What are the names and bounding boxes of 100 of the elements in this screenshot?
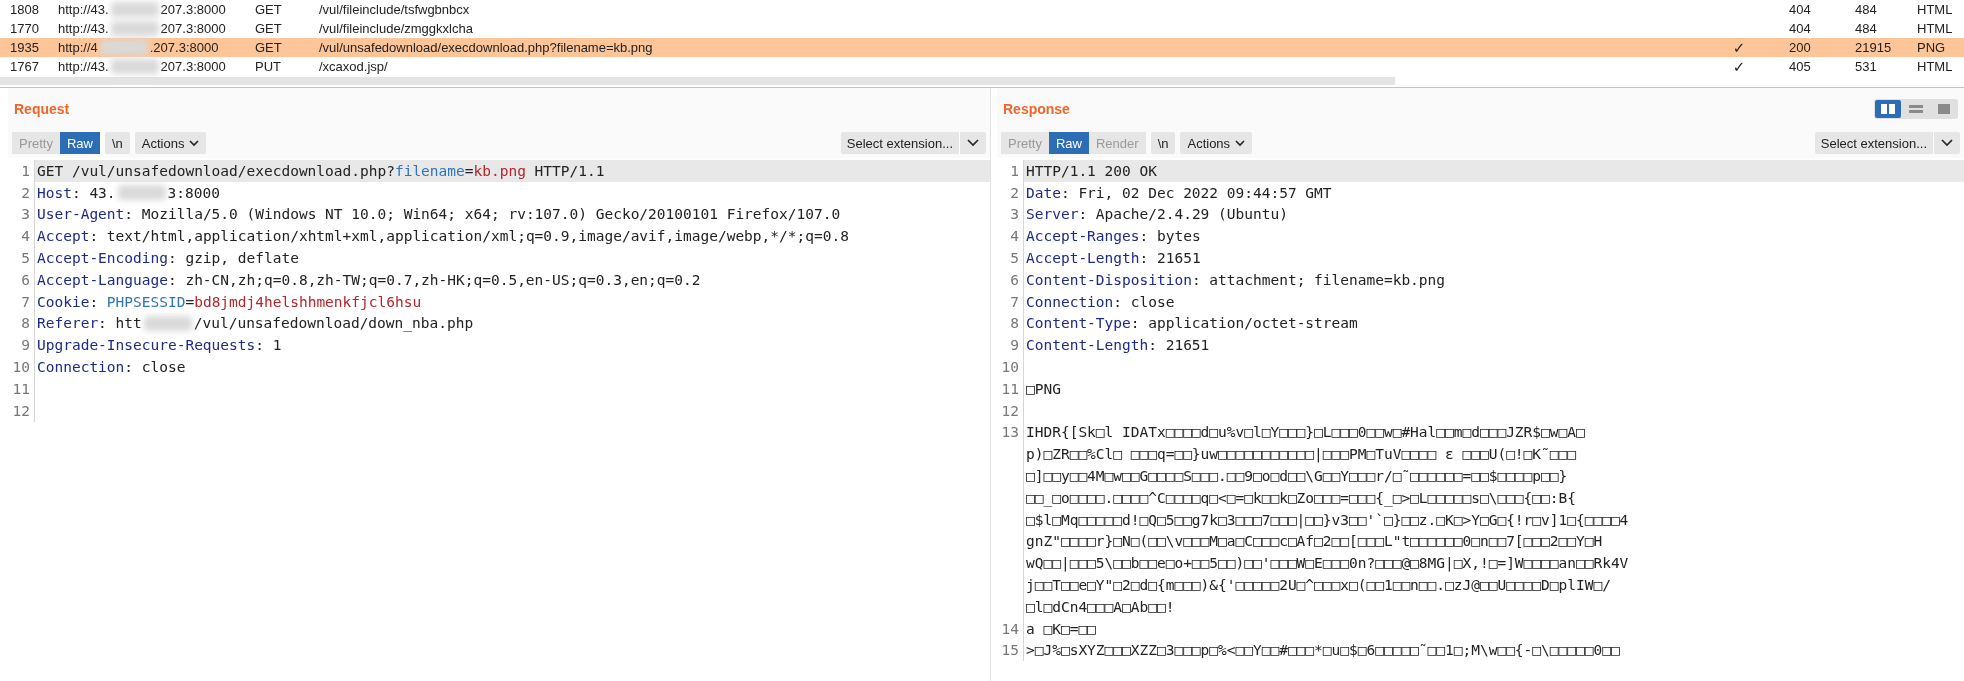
- table-cell-text: 404: [1789, 2, 1812, 17]
- table-cell-text: 200: [1789, 40, 1812, 55]
- table-cell: 207.3:8000: [160, 21, 226, 36]
- code-line: Upgrade-Insecure-Requests: 1: [37, 337, 282, 354]
- code-line: Cookie: PHPSESSID=bd8jmdj4helshhmenkfjcl6hsu: [37, 293, 422, 310]
- code-line: Content-Disposition: attachment; filename=kb.png: [1026, 271, 1446, 288]
- line-number: 14: [1001, 620, 1019, 637]
- extension-dropdown[interactable]: Select extension...: [1814, 132, 1960, 154]
- caret-icon: [189, 139, 200, 147]
- table-cell-text: HTML: [1917, 21, 1954, 36]
- line-number: 6: [21, 271, 30, 288]
- layout-icon: [1880, 103, 1896, 115]
- view-tab[interactable]: Raw: [59, 132, 100, 154]
- line-number: 6: [1010, 271, 1019, 288]
- pane-title: Request: [14, 101, 70, 117]
- code-line: j□□T□□e□Y"□2□d□{m□□□)&{'□□□□□2U□^□□□x□(□□1□□n□□.□zJ@□□U□□□□D□plIW□/: [1026, 577, 1611, 594]
- line-number: 1: [1010, 162, 1019, 179]
- line-number: 10: [1001, 359, 1019, 376]
- line-number: 10: [12, 359, 30, 376]
- code-line: /vul/unsafedownload/down_nba.php: [193, 315, 474, 332]
- extension-dropdown[interactable]: Select extension...: [840, 132, 986, 154]
- table-cell-text: 1770: [9, 21, 40, 36]
- table-row[interactable]: 1770 http://43. 207.3:8000 GET /vul/fileinclude/zmggkxlcha 404 484 HTML: [0, 19, 1964, 38]
- table-cell-text: /vul/fileinclude/tsfwgbnbcx: [319, 2, 471, 17]
- table-cell-text: PNG: [1917, 40, 1947, 55]
- table-row[interactable]: 1808 http://43. 207.3:8000 GET /vul/fileinclude/tsfwgbnbcx 404 484 HTML: [0, 0, 1964, 19]
- code-line: 3:8000: [167, 184, 220, 201]
- code-line: □]□□y□□4M□w□□G□□□□S□□□.□□9□o□d□□\G□□Y□□□r/□˜□□□□□□=□□$□□□□p□□}: [1026, 468, 1568, 485]
- table-row[interactable]: 1767 http://43. 207.3:8000 PUT /xcaxod.jsp/ ✓ 405 531 HTML: [0, 57, 1964, 76]
- table-cell-text: /xcaxod.jsp/: [319, 59, 389, 74]
- line-number: 4: [21, 228, 30, 245]
- pane-title: Response: [1003, 101, 1070, 117]
- table-cell: http://43.: [58, 21, 109, 36]
- line-number: 13: [1001, 424, 1019, 441]
- caret-icon: [1941, 139, 1953, 147]
- table-row[interactable]: 1935 http://4 .207.3:8000 GET /vul/unsafedownload/execdownload.php?filename=kb.png ✓ 200 21915 PNG: [0, 38, 1964, 57]
- table-cell-text: 1935: [9, 40, 40, 55]
- line-number: 3: [21, 206, 30, 223]
- table-cell-text: /vul/fileinclude/zmggkxlcha: [319, 21, 474, 36]
- layout-icon: [1936, 103, 1952, 115]
- newline-button[interactable]: \n: [1150, 132, 1176, 154]
- code-line: Referer: htt: [37, 315, 142, 332]
- table-cell-text: 1767: [9, 59, 40, 74]
- table-cell-text: 405: [1789, 59, 1812, 74]
- table-cell-text: 484: [1855, 21, 1878, 36]
- table-cell-text: 531: [1855, 59, 1878, 74]
- view-tab[interactable]: Raw: [1048, 132, 1089, 154]
- table-cell-text: HTML: [1917, 59, 1954, 74]
- caret-icon: [1235, 139, 1246, 147]
- table-cell-text: HTML: [1917, 2, 1954, 17]
- code-line: HTTP/1.1 200 OK: [1026, 162, 1157, 179]
- code-line: Date: Fri, 02 Dec 2022 09:44:57 GMT: [1026, 184, 1332, 201]
- table-cell-text: GET: [255, 40, 283, 55]
- code-line: □$l□Mq□□□□□d!□Q□5□□g7k□3□□□7□□□|□□}v3□□'`□}□□z.□K□>Y□G□{!r□v]1□{□□□□4: [1026, 511, 1629, 528]
- line-number: 8: [21, 315, 30, 332]
- layout-icon: [1908, 103, 1924, 115]
- newline-button[interactable]: \n: [105, 132, 130, 154]
- actions-button[interactable]: Actions: [134, 132, 207, 154]
- line-number: 11: [12, 380, 30, 397]
- line-number: 7: [1010, 293, 1019, 310]
- code-line: Content-Length: 21651: [1026, 337, 1210, 354]
- code-line: □l□dCn4□□□A□Ab□□!: [1026, 598, 1175, 615]
- line-number: 1: [21, 162, 30, 179]
- table-cell-text: GET: [255, 21, 283, 36]
- line-number: 4: [1010, 228, 1019, 245]
- blur-patch: [110, 59, 159, 74]
- actions-button[interactable]: Actions: [1180, 132, 1253, 154]
- table-cell-text: 484: [1855, 2, 1878, 17]
- line-number: 11: [1001, 380, 1019, 397]
- code-line: Accept-Language: zh-CN,zh;q=0.8,zh-TW;q=0.7,zh-HK;q=0.5,en-US;q=0.3,en;q=0.2: [37, 271, 701, 288]
- line-number: 9: [21, 337, 30, 354]
- table-cell-text: 404: [1789, 21, 1812, 36]
- code-line: Accept-Encoding: gzip, deflate: [37, 250, 299, 267]
- code-line: Accept: text/html,application/xhtml+xml,application/xml;q=0.9,image/avif,image/webp,*/*;q=0.8: [37, 228, 849, 245]
- code-line: Connection: close: [37, 359, 186, 376]
- caret-icon: [967, 139, 979, 147]
- table-cell: ✓: [1732, 38, 1746, 57]
- table-cell: 207.3:8000: [160, 2, 226, 17]
- line-number: 2: [1010, 184, 1019, 201]
- line-number: 12: [12, 402, 30, 419]
- table-cell: http://43.: [58, 2, 109, 17]
- line-number: 9: [1010, 337, 1019, 354]
- code-line: gnZ"□□□□r}□N□(□□\v□□□M□a□C□□□c□Af□2□□[□□□L"t□□□□□□0□n□□7[□□□2□□Y□H: [1026, 533, 1603, 550]
- table-cell: 207.3:8000: [160, 59, 226, 74]
- table-cell-text: 21915: [1855, 40, 1893, 55]
- code-line: User-Agent: Mozilla/5.0 (Windows NT 10.0; Win64; x64; rv:107.0) Gecko/20100101 Firefox/107.0: [37, 206, 841, 223]
- code-line: Accept-Length: 21651: [1026, 250, 1201, 267]
- blur-patch: [117, 185, 166, 201]
- line-number: 5: [21, 250, 30, 267]
- line-number: 2: [21, 184, 30, 201]
- table-cell-text: /vul/unsafedownload/execdownload.php?filename=kb.png: [319, 40, 654, 55]
- code-line: IHDR{[Sk□l IDATx□□□□d□u%v□l□Y□□□}□L□□□0□□w□#Hal□□m□d□□□JZR$□w□A□: [1026, 424, 1585, 441]
- code-line: Accept-Ranges: bytes: [1026, 228, 1201, 245]
- blur-patch: [110, 2, 159, 17]
- scrollbar[interactable]: [0, 77, 1395, 85]
- line-number: 7: [21, 293, 30, 310]
- code-line: >□J%□sXYZ□□□XZZ□3□□□p□%<□□Y□□#□□□*□u□$□6□□□□□˜□□1□;M\w□□{-□\□□□□□0□□: [1026, 642, 1620, 659]
- table-cell: http://43.: [58, 59, 109, 74]
- blur-patch: [99, 40, 148, 55]
- layout-button[interactable]: [1875, 100, 1901, 118]
